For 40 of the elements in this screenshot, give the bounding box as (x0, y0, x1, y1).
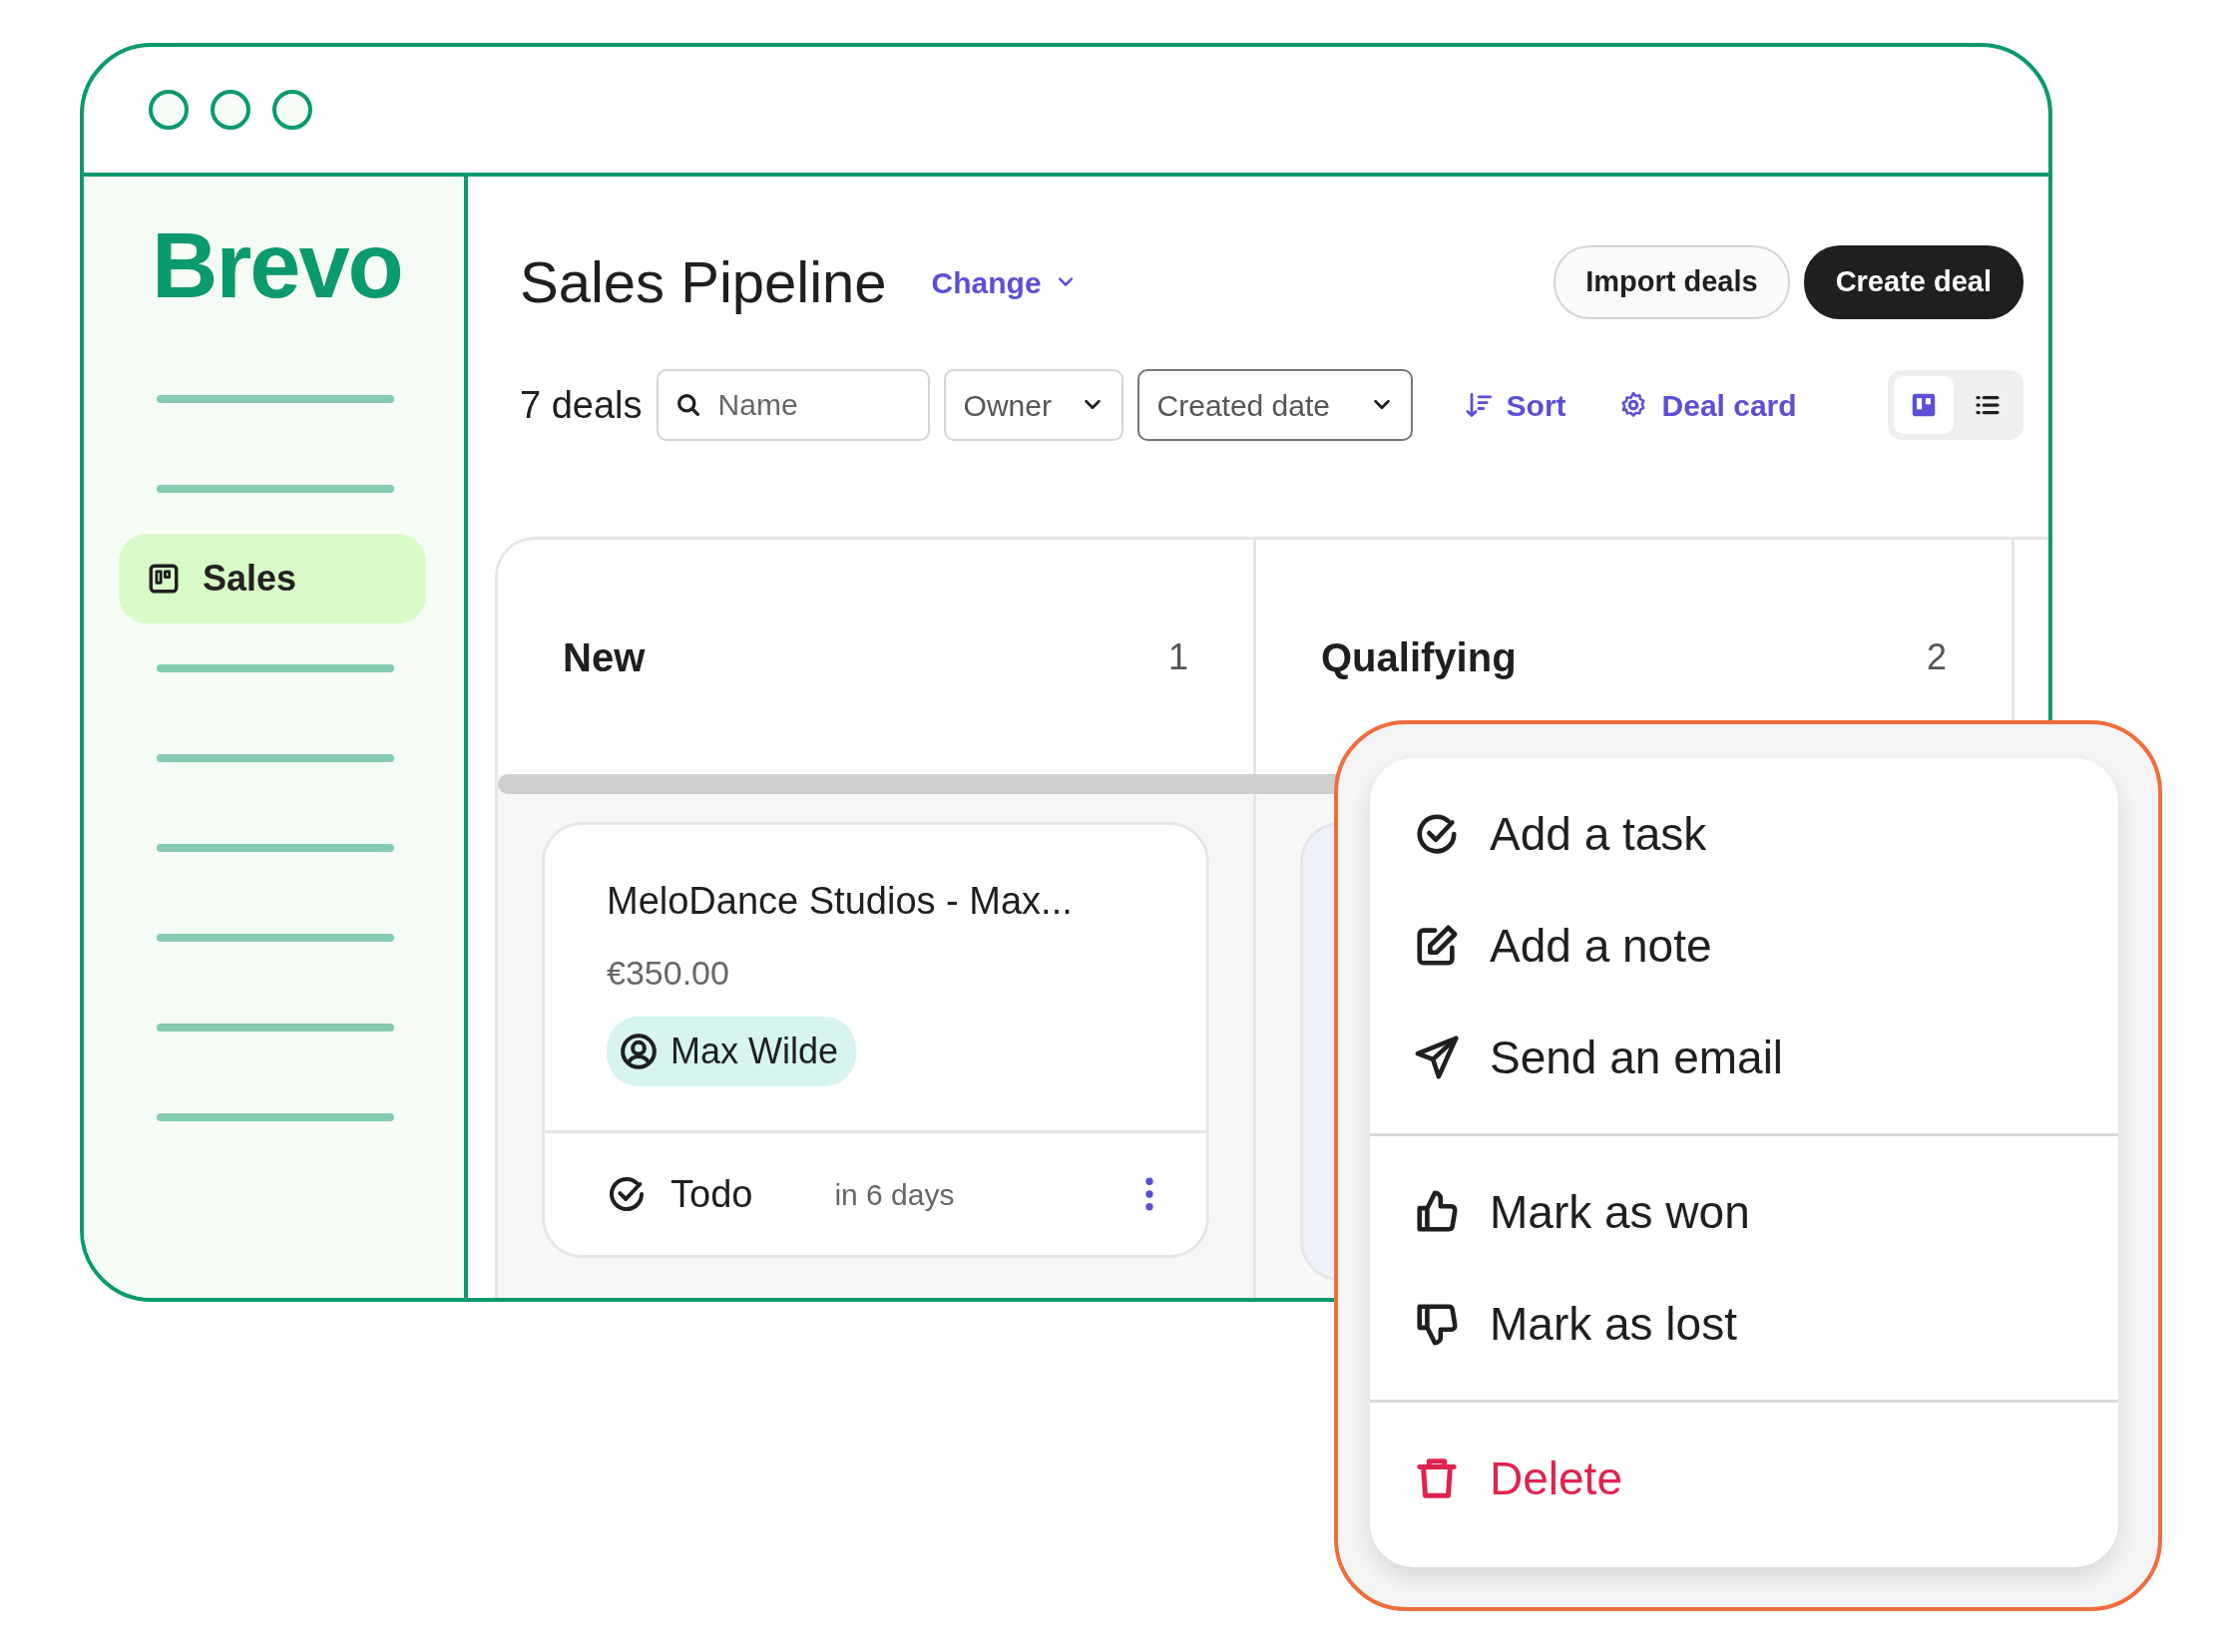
sort-link[interactable]: Sort (1464, 382, 1566, 428)
menu-item[interactable]: Mark as won (1370, 1156, 2118, 1268)
edit-icon (1414, 923, 1460, 969)
filter-dropdown[interactable]: Created date (1136, 369, 1413, 441)
deal-card-link[interactable]: Deal card (1617, 382, 1797, 428)
create-button[interactable]: Create deal (1803, 245, 2023, 319)
deal-amount: €350.00 (607, 953, 730, 994)
column-count: 2 (1926, 634, 1947, 679)
check-circle-icon (607, 1174, 647, 1214)
thumbs-down-icon (1414, 1301, 1460, 1347)
user-circle-icon (619, 1032, 659, 1071)
deal-title: MeloDance Studios - Max... (607, 879, 1074, 924)
window-control-circle (211, 90, 250, 130)
menu-item[interactable]: Add a task (1370, 778, 2118, 890)
search-field[interactable]: Name (656, 369, 930, 441)
board-icon (147, 562, 181, 596)
menu-item[interactable]: Mark as lost (1370, 1268, 2118, 1380)
column-title: Qualifying (1321, 633, 1517, 681)
task-label: Todo (670, 1171, 753, 1217)
menu-item[interactable]: Add a note (1370, 890, 2118, 1002)
window-control-circle (149, 90, 189, 130)
sort-icon (1464, 391, 1493, 419)
import-button[interactable]: Import deals (1554, 245, 1790, 319)
kebab-icon (1144, 1177, 1154, 1211)
logo-text: Brevo (151, 213, 403, 318)
page-title: Sales Pipeline (520, 248, 887, 317)
menu-item[interactable]: Delete (1370, 1423, 2118, 1534)
send-icon (1414, 1034, 1460, 1080)
column-title: New (563, 633, 646, 681)
window-control-circle (272, 90, 312, 130)
column-count: 1 (1167, 634, 1188, 679)
due-date: in 6 days (834, 1176, 955, 1213)
sidebar-item[interactable]: Sales (119, 534, 426, 623)
menu-item[interactable]: Send an email (1370, 1002, 2118, 1113)
pipeline-switcher[interactable]: Change (931, 259, 1076, 305)
thumbs-up-icon (1414, 1189, 1460, 1235)
deal-count: 7 deals (520, 382, 643, 428)
trash-icon (1414, 1455, 1460, 1501)
filter-dropdown[interactable]: Owner (943, 369, 1123, 441)
owner-tag: Max Wilde (607, 1017, 857, 1086)
